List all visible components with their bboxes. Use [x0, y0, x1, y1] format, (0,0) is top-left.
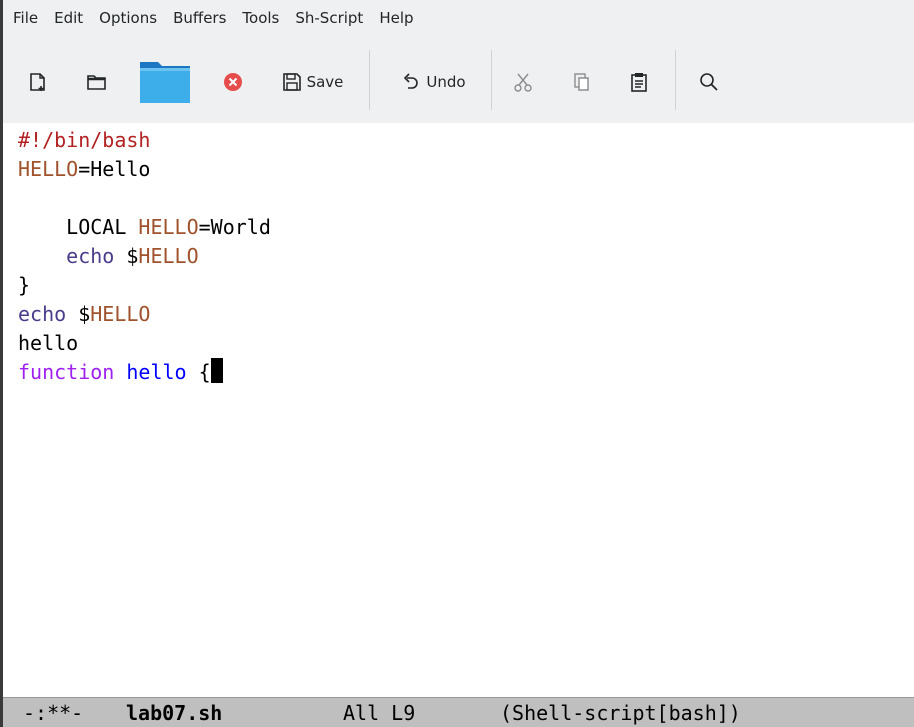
undo-label: Undo: [426, 72, 466, 91]
undo-button[interactable]: Undo: [387, 40, 479, 123]
function-keyword: function: [18, 360, 115, 384]
paste-icon: [631, 72, 647, 92]
major-mode[interactable]: (Shell-script[bash]): [500, 698, 741, 727]
variable-name: HELLO: [90, 302, 151, 326]
mode-line: -:**- lab07.sh All L9 (Shell-script[bash…: [3, 697, 914, 727]
function-name: hello: [126, 360, 187, 384]
code-line-9: function hello {: [18, 358, 223, 387]
dollar-sign: $: [78, 302, 91, 326]
code-line-8: hello: [18, 329, 78, 358]
local-keyword: LOCAL: [18, 215, 139, 239]
menu-options[interactable]: Options: [91, 0, 165, 38]
variable-name: HELLO: [138, 215, 199, 239]
copy-icon: [574, 72, 589, 91]
menu-sh-script[interactable]: Sh-Script: [287, 0, 371, 38]
close-icon: [224, 72, 242, 91]
shebang: #!/bin/bash: [18, 128, 151, 152]
variable-name: HELLO: [18, 157, 79, 181]
toolbar-separator: [675, 50, 676, 110]
toolbar-separator: [369, 50, 370, 110]
save-label: Save: [306, 72, 344, 91]
opening-brace: {: [186, 360, 211, 384]
code-line-5: echo $HELLO: [18, 242, 199, 271]
buffer-position: All L9: [343, 701, 416, 725]
kill-buffer-button[interactable]: [219, 40, 247, 123]
folder-open-icon: [87, 74, 106, 90]
buffer-name[interactable]: lab07.sh: [126, 698, 222, 727]
dollar-sign: $: [126, 244, 139, 268]
code-line-6: }: [18, 271, 30, 300]
save-icon: [282, 72, 301, 91]
new-file-icon: [30, 72, 45, 91]
echo-builtin: echo: [18, 244, 127, 268]
search-icon: [700, 72, 718, 91]
code-line-2: HELLO=Hello: [18, 155, 150, 184]
toolbar: Save Undo: [3, 40, 914, 123]
cut-icon: [514, 73, 532, 92]
closing-brace: }: [18, 273, 31, 297]
menu-buffers[interactable]: Buffers: [165, 0, 234, 38]
open-file-button[interactable]: [81, 40, 113, 123]
assignment-value: =World: [198, 215, 271, 239]
modified-status: -:**-: [23, 701, 84, 725]
folder-icon: [140, 61, 190, 103]
code-line-1: #!/bin/bash: [18, 126, 150, 155]
search-button[interactable]: [695, 40, 723, 123]
code-line-4: LOCAL HELLO=World: [18, 213, 271, 242]
command-call: hello: [18, 331, 79, 355]
emacs-window: File Edit Options Buffers Tools Sh-Scrip…: [0, 0, 914, 727]
copy-button[interactable]: [568, 40, 596, 123]
toolbar-separator: [491, 50, 492, 110]
menu-help[interactable]: Help: [371, 0, 421, 38]
paste-button[interactable]: [625, 40, 653, 123]
assignment-value: =Hello: [78, 157, 151, 181]
code-line-7: echo $HELLO: [18, 300, 150, 329]
menu-bar: File Edit Options Buffers Tools Sh-Scrip…: [3, 0, 914, 40]
variable-name: HELLO: [138, 244, 199, 268]
cut-button[interactable]: [509, 40, 537, 123]
menu-edit[interactable]: Edit: [46, 0, 91, 38]
echo-builtin: echo: [18, 302, 79, 326]
dired-button[interactable]: [138, 40, 192, 123]
undo-icon: [404, 72, 419, 89]
save-button[interactable]: Save: [269, 40, 355, 123]
menu-tools[interactable]: Tools: [234, 0, 287, 38]
menu-file[interactable]: File: [3, 0, 46, 38]
text-cursor: [210, 358, 223, 383]
new-file-button[interactable]: [23, 40, 53, 123]
editor-buffer[interactable]: #!/bin/bash HELLO=Hello LOCAL HELLO=Worl…: [3, 123, 914, 684]
